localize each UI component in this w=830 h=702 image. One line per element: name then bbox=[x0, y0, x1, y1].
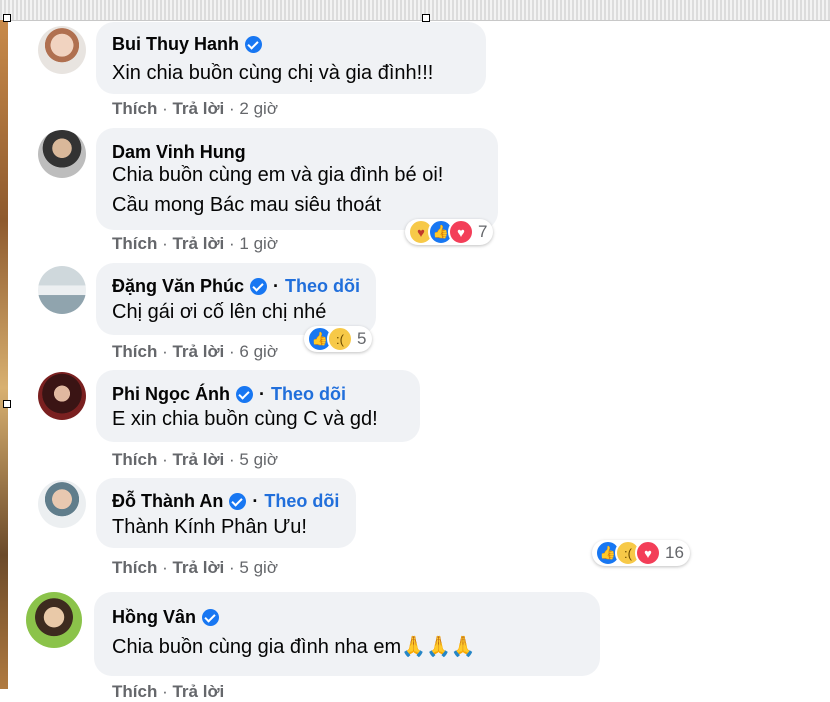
comment-author[interactable]: Đỗ Thành An · Theo dõi bbox=[112, 491, 339, 512]
comment-actions: Thích · Trả lời bbox=[112, 682, 224, 702]
comment-text: Cầu mong Bác mau siêu thoát bbox=[112, 194, 382, 216]
avatar[interactable] bbox=[26, 592, 82, 648]
love-reaction-icon: ♥ bbox=[448, 219, 474, 245]
follow-button[interactable]: Theo dõi bbox=[264, 491, 339, 512]
comment-time[interactable]: 2 giờ bbox=[239, 99, 278, 118]
follow-button[interactable]: Theo dõi bbox=[271, 384, 346, 405]
verified-badge-icon bbox=[236, 386, 253, 403]
separator: · bbox=[229, 234, 235, 253]
verified-badge-icon bbox=[202, 609, 219, 626]
separator: · bbox=[162, 450, 168, 469]
like-link[interactable]: Thích bbox=[112, 450, 157, 469]
love-reaction-icon: ♥ bbox=[635, 540, 661, 566]
author-name[interactable]: Bui Thuy Hanh bbox=[112, 34, 239, 55]
avatar[interactable] bbox=[38, 372, 86, 420]
like-link[interactable]: Thích bbox=[112, 342, 157, 361]
comment-time[interactable]: 1 giờ bbox=[239, 234, 278, 253]
comment-text: Chia buồn cùng em và gia đình bé oi! bbox=[112, 164, 444, 186]
separator: · bbox=[162, 682, 168, 701]
comment-text: Xin chia buồn cùng chị và gia đình!!! bbox=[112, 62, 434, 84]
follow-button[interactable]: Theo dõi bbox=[285, 276, 360, 297]
comment-time[interactable]: 5 giờ bbox=[239, 558, 278, 577]
like-link[interactable]: Thích bbox=[112, 682, 157, 701]
comment-text: E xin chia buồn cùng C và gd! bbox=[112, 408, 378, 430]
separator: · bbox=[229, 450, 235, 469]
comment-text: Chia buồn cùng gia đình nha em🙏🙏🙏 bbox=[112, 636, 476, 658]
author-name[interactable]: Đặng Văn Phúc bbox=[112, 276, 244, 297]
comment-author[interactable]: Phi Ngọc Ánh · Theo dõi bbox=[112, 384, 346, 405]
separator: · bbox=[229, 99, 235, 118]
reply-link[interactable]: Trả lời bbox=[172, 682, 224, 701]
comment-author[interactable]: Hồng Vân bbox=[112, 607, 219, 628]
verified-badge-icon bbox=[250, 278, 268, 295]
window-left-border bbox=[0, 20, 8, 689]
reply-link[interactable]: Trả lời bbox=[172, 558, 224, 577]
reaction-count: 7 bbox=[478, 222, 488, 241]
separator: · bbox=[162, 342, 168, 361]
reaction-summary[interactable]: ♥ 👍 ♥ 7 bbox=[405, 219, 494, 245]
comment-actions: Thích · Trả lời · 2 giờ bbox=[112, 99, 278, 119]
reply-link[interactable]: Trả lời bbox=[172, 342, 224, 361]
resize-handle[interactable] bbox=[422, 14, 430, 22]
reply-link[interactable]: Trả lời bbox=[172, 234, 224, 253]
comment-actions: Thích · Trả lời · 5 giờ bbox=[112, 558, 278, 578]
comment-author[interactable]: Đặng Văn Phúc · Theo dõi bbox=[112, 276, 360, 297]
like-link[interactable]: Thích bbox=[112, 234, 157, 253]
avatar[interactable] bbox=[38, 130, 86, 178]
verified-badge-icon bbox=[229, 493, 247, 510]
verified-badge-icon bbox=[245, 36, 262, 53]
sad-reaction-icon: :( bbox=[327, 326, 353, 352]
separator: · bbox=[273, 276, 280, 296]
comment-time[interactable]: 6 giờ bbox=[239, 342, 278, 361]
comment-time[interactable]: 5 giờ bbox=[239, 450, 278, 469]
avatar[interactable] bbox=[38, 26, 86, 74]
comment-text: Thành Kính Phân Ưu! bbox=[112, 516, 307, 538]
reaction-summary[interactable]: 👍 :( 5 bbox=[304, 326, 373, 352]
reply-link[interactable]: Trả lời bbox=[172, 99, 224, 118]
comment-actions: Thích · Trả lời · 6 giờ bbox=[112, 342, 278, 362]
author-name[interactable]: Phi Ngọc Ánh bbox=[112, 384, 230, 405]
avatar[interactable] bbox=[38, 480, 86, 528]
separator: · bbox=[252, 491, 259, 511]
like-link[interactable]: Thích bbox=[112, 558, 157, 577]
window-top-border bbox=[0, 0, 830, 21]
reaction-summary[interactable]: 👍 :( ♥ 16 bbox=[592, 540, 690, 566]
separator: · bbox=[229, 558, 235, 577]
separator: · bbox=[259, 384, 265, 404]
resize-handle[interactable] bbox=[3, 400, 11, 408]
reply-link[interactable]: Trả lời bbox=[172, 450, 224, 469]
comment-actions: Thích · Trả lời · 5 giờ bbox=[112, 450, 278, 470]
comment-actions: Thích · Trả lời · 1 giờ bbox=[112, 234, 278, 254]
like-link[interactable]: Thích bbox=[112, 99, 157, 118]
comment-text: Chị gái ơi cố lên chị nhé bbox=[112, 301, 327, 323]
author-name[interactable]: Hồng Vân bbox=[112, 607, 196, 628]
separator: · bbox=[162, 558, 168, 577]
avatar[interactable] bbox=[38, 266, 86, 314]
reaction-count: 16 bbox=[665, 543, 684, 562]
separator: · bbox=[162, 99, 168, 118]
separator: · bbox=[162, 234, 168, 253]
author-name[interactable]: Đỗ Thành An bbox=[112, 491, 223, 512]
comment-author[interactable]: Bui Thuy Hanh bbox=[112, 34, 262, 55]
separator: · bbox=[229, 342, 235, 361]
reaction-count: 5 bbox=[357, 329, 367, 348]
resize-handle[interactable] bbox=[3, 14, 11, 22]
